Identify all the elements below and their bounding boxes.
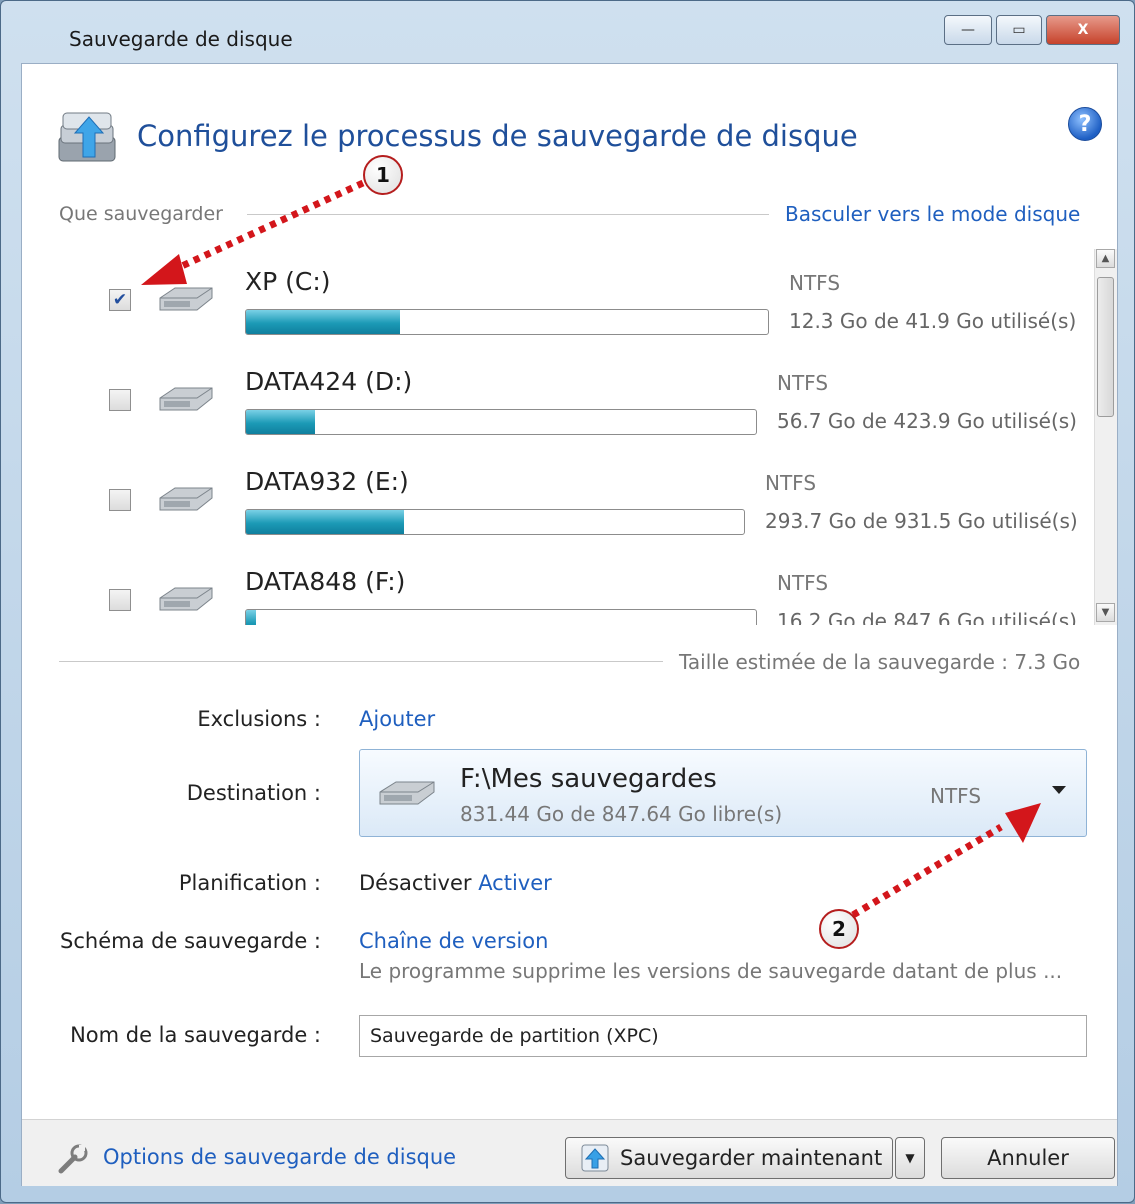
annotation-marker-1: 1 xyxy=(363,155,403,195)
backup-window: Sauvegarde de disque — ▭ X Configurez le… xyxy=(0,0,1135,1203)
annotation-arrows xyxy=(141,179,1041,919)
annotation-marker-2: 2 xyxy=(819,909,859,949)
